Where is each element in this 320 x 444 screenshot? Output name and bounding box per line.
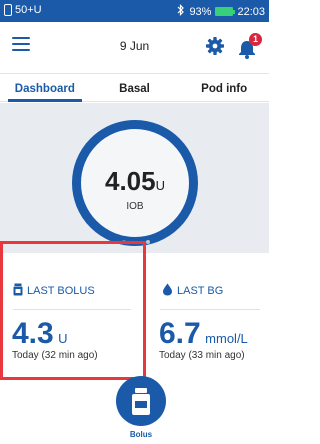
current-date: 9 Jun <box>119 39 150 53</box>
iob-unit: U <box>155 178 165 193</box>
bolus-button[interactable] <box>116 376 166 426</box>
carousel-dot-2[interactable] <box>146 240 150 244</box>
tab-basal[interactable]: Basal <box>90 74 180 101</box>
status-bar: 50+U 93% 22:03 <box>0 0 269 22</box>
gear-icon[interactable] <box>205 36 225 56</box>
notifications-bell-icon[interactable]: 1 <box>236 33 262 59</box>
last-bg-time: Today (33 min ago) <box>159 350 245 361</box>
pod-icon <box>4 4 12 16</box>
bolus-button-label: Bolus <box>129 430 153 439</box>
iob-panel: 4.05U IOB <box>0 103 269 253</box>
bluetooth-icon <box>177 4 185 19</box>
battery-icon <box>215 7 236 16</box>
last-bg-divider <box>160 309 260 310</box>
status-right: 93% 22:03 <box>177 4 265 19</box>
iob-value-row: 4.05U <box>81 166 189 197</box>
app-header: 9 Jun 1 <box>0 22 269 74</box>
tab-pod-info[interactable]: Pod info <box>179 74 269 101</box>
clock-time: 22:03 <box>237 5 265 18</box>
last-bg-unit: mmol/L <box>205 331 248 346</box>
last-bg-title: LAST BG <box>162 283 223 299</box>
pod-status-text: 50+U <box>15 4 42 16</box>
tab-bar: Dashboard Basal Pod info <box>0 74 269 102</box>
tab-dashboard[interactable]: Dashboard <box>0 74 90 102</box>
iob-label: IOB <box>126 201 144 212</box>
iob-value: 4.05 <box>105 166 156 196</box>
bolus-vial-icon <box>132 388 150 415</box>
iob-ring: 4.05U IOB <box>72 120 198 246</box>
last-bg-title-text: LAST BG <box>177 285 224 297</box>
highlight-box <box>0 241 146 380</box>
last-bg-value-row: 6.7 mmol/L <box>159 317 248 351</box>
battery-percent: 93% <box>189 5 212 18</box>
last-bg-value: 6.7 <box>159 317 201 350</box>
pod-status: 50+U <box>4 4 42 16</box>
blood-drop-icon <box>162 283 173 299</box>
notification-badge: 1 <box>249 33 262 46</box>
